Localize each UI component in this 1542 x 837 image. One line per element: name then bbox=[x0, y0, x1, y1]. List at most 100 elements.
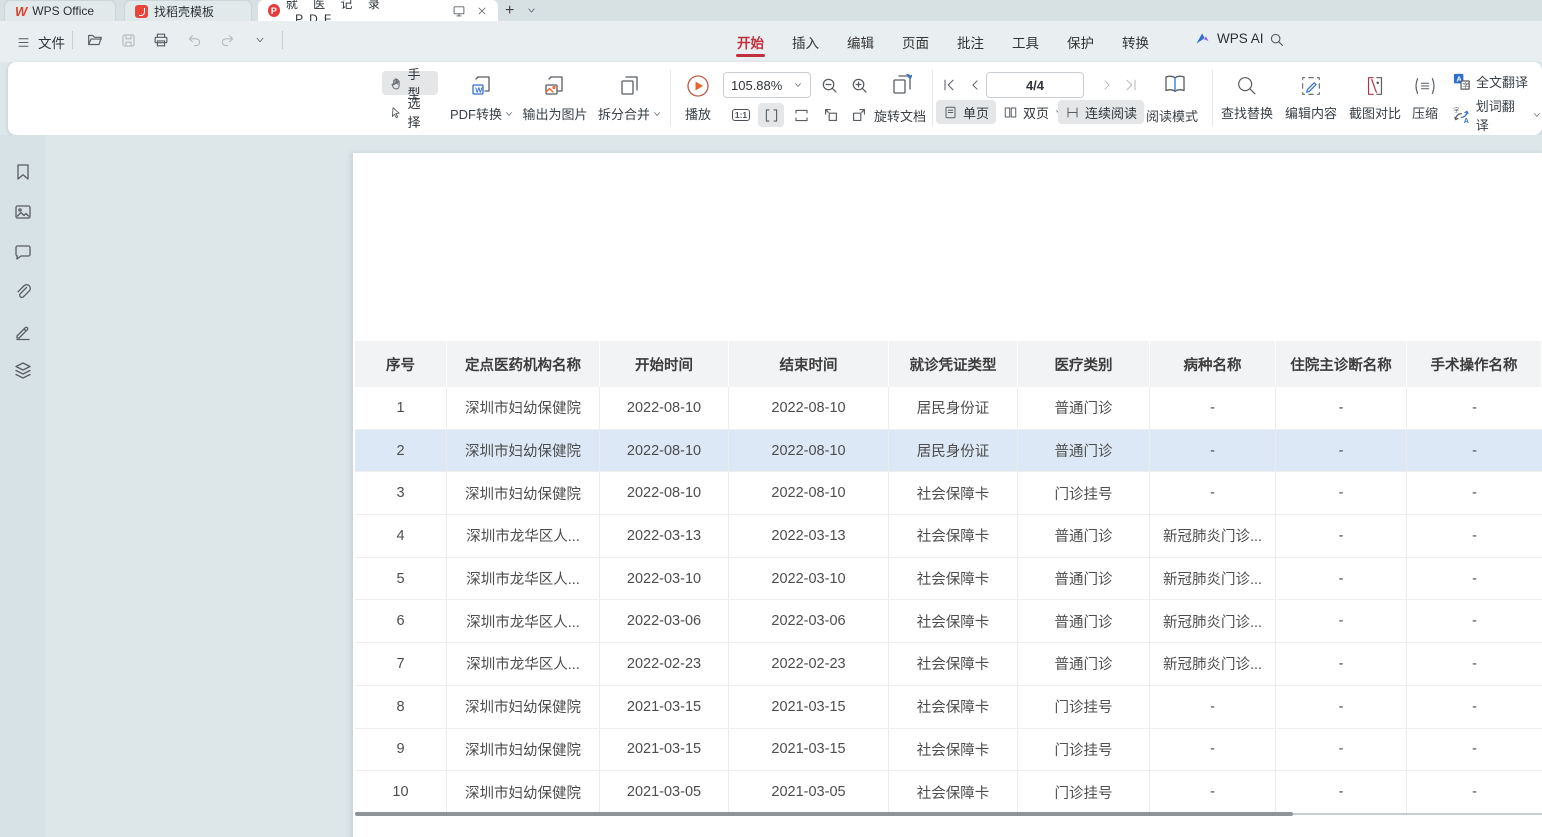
pencil-select-icon bbox=[1299, 74, 1323, 98]
redo-button[interactable] bbox=[216, 29, 238, 51]
actual-size-button[interactable]: 1:1 bbox=[728, 103, 754, 127]
next-page-button[interactable] bbox=[1096, 74, 1118, 96]
ribbon-tab-page[interactable]: 页面 bbox=[901, 23, 930, 61]
file-menu-label: 文件 bbox=[38, 32, 65, 52]
full-translate-button[interactable]: A 字 全文翻译 bbox=[1452, 72, 1528, 91]
table-cell: - bbox=[1407, 729, 1542, 771]
file-menu-button[interactable]: 文件 bbox=[10, 29, 71, 55]
prev-page-button[interactable] bbox=[964, 74, 986, 96]
thumbnails-panel-button[interactable] bbox=[11, 200, 35, 224]
compress-label: 压缩 bbox=[1412, 103, 1438, 122]
zoom-out-button[interactable] bbox=[818, 74, 840, 96]
menu-search-button[interactable] bbox=[1268, 31, 1285, 48]
signature-panel-button[interactable] bbox=[11, 320, 35, 344]
table-header-cell: 定点医药机构名称 bbox=[447, 341, 600, 387]
one-to-one-icon: 1:1 bbox=[732, 109, 750, 122]
undo-button[interactable] bbox=[183, 29, 205, 51]
attachments-panel-button[interactable] bbox=[11, 280, 35, 304]
tab-wps-home[interactable]: W WPS Office bbox=[4, 0, 116, 21]
svg-text:A: A bbox=[1464, 118, 1469, 125]
ribbon-tab-home[interactable]: 开始 bbox=[736, 23, 765, 61]
table-header-row: 序号定点医药机构名称开始时间结束时间就诊凭证类型医疗类别病种名称住院主诊断名称手… bbox=[355, 341, 1542, 387]
table-cell: - bbox=[1150, 387, 1276, 429]
continuous-icon bbox=[1065, 105, 1080, 120]
zoom-in-button[interactable] bbox=[848, 74, 870, 96]
table-cell: 2021-03-15 bbox=[600, 729, 729, 771]
quick-access-chevron[interactable] bbox=[249, 29, 271, 51]
rotate-right-icon bbox=[850, 106, 868, 124]
table-cell: 深圳市龙华区人... bbox=[447, 515, 600, 557]
table-cell: 深圳市妇幼保健院 bbox=[447, 430, 600, 472]
read-mode-label[interactable]: 阅读模式 bbox=[1146, 103, 1198, 127]
table-cell: 社会保障卡 bbox=[889, 686, 1018, 728]
fit-page-button[interactable] bbox=[758, 103, 784, 127]
last-page-button[interactable] bbox=[1120, 74, 1142, 96]
split-merge-icon bbox=[617, 73, 643, 99]
rotate-doc-label[interactable]: 旋转文档 bbox=[874, 103, 926, 127]
ribbon-tab-edit[interactable]: 编辑 bbox=[846, 23, 875, 61]
pdf-file-icon: P bbox=[268, 4, 280, 17]
play-button[interactable]: 播放 bbox=[676, 68, 720, 128]
save-button[interactable] bbox=[117, 29, 139, 51]
rotate-right-button[interactable] bbox=[846, 103, 872, 127]
table-cell: - bbox=[1407, 387, 1542, 429]
table-cell: 2022-03-06 bbox=[600, 600, 729, 642]
comments-panel-button[interactable] bbox=[11, 240, 35, 264]
pdf-convert-button[interactable]: W PDF转换 bbox=[444, 68, 520, 128]
toolbar: 手型 选择 W PDF转换 输出为图片 bbox=[8, 62, 1542, 135]
ribbon-tab-tools[interactable]: 工具 bbox=[1011, 23, 1040, 61]
fit-width-button[interactable] bbox=[788, 103, 814, 127]
hand-tool-button[interactable]: 手型 bbox=[382, 71, 438, 95]
split-merge-button[interactable]: 拆分合并 bbox=[592, 68, 668, 128]
wps-ai-button[interactable]: WPS AI bbox=[1194, 30, 1264, 47]
screenshot-compare-button[interactable]: 截图对比 bbox=[1346, 68, 1404, 128]
monitor-icon[interactable] bbox=[452, 4, 466, 18]
layers-panel-button[interactable] bbox=[11, 358, 35, 382]
zoom-in-icon bbox=[850, 76, 869, 95]
bookmarks-panel-button[interactable] bbox=[11, 160, 35, 184]
first-page-button[interactable] bbox=[938, 74, 960, 96]
word-translate-button[interactable]: 字 A 划词翻译 bbox=[1452, 103, 1542, 127]
first-page-icon bbox=[941, 77, 957, 93]
double-page-label: 双页 bbox=[1023, 103, 1049, 122]
edit-content-button[interactable]: 编辑内容 bbox=[1282, 68, 1340, 128]
read-mode-button[interactable] bbox=[1160, 70, 1190, 98]
tab-docer[interactable]: 找稻壳模板 bbox=[124, 0, 252, 21]
horizontal-scrollbar-thumb[interactable] bbox=[355, 812, 1293, 816]
table-cell: - bbox=[1150, 771, 1276, 813]
compress-button[interactable]: 压缩 bbox=[1406, 68, 1444, 128]
table-cell: 2022-02-23 bbox=[600, 643, 729, 685]
tab-document[interactable]: P 就 医 记 录 .PDF bbox=[258, 0, 498, 21]
zoom-combobox[interactable]: 105.88% bbox=[723, 72, 811, 98]
chevron-down-icon bbox=[504, 109, 514, 119]
continuous-read-button[interactable]: 连续阅读 bbox=[1058, 100, 1144, 124]
ribbon-tab-insert[interactable]: 插入 bbox=[791, 23, 820, 61]
table-cell: 2022-08-10 bbox=[600, 387, 729, 429]
tab-list-chevron-icon[interactable] bbox=[526, 5, 537, 16]
rotate-pages-button[interactable] bbox=[888, 70, 918, 98]
find-replace-button[interactable]: 查找替换 bbox=[1218, 68, 1276, 128]
table-cell: 新冠肺炎门诊... bbox=[1150, 558, 1276, 600]
close-icon[interactable] bbox=[476, 5, 488, 17]
ribbon-tab-protect[interactable]: 保护 bbox=[1066, 23, 1095, 61]
table-cell: 5 bbox=[355, 558, 447, 600]
horizontal-scrollbar-track bbox=[1293, 813, 1542, 815]
select-tool-button[interactable]: 选择 bbox=[382, 100, 438, 124]
table-cell: 新冠肺炎门诊... bbox=[1150, 643, 1276, 685]
table-cell: 深圳市龙华区人... bbox=[447, 600, 600, 642]
page-number-input[interactable]: 4/4 bbox=[986, 72, 1084, 98]
ribbon-tab-convert[interactable]: 转换 bbox=[1121, 23, 1150, 61]
new-tab-icon[interactable]: + bbox=[505, 3, 514, 19]
table-cell: - bbox=[1407, 771, 1542, 813]
table-cell: - bbox=[1276, 643, 1407, 685]
single-page-button[interactable]: 单页 bbox=[936, 100, 996, 124]
export-image-button[interactable]: 输出为图片 bbox=[518, 68, 592, 128]
ribbon-tab-comment[interactable]: 批注 bbox=[956, 23, 985, 61]
open-button[interactable] bbox=[84, 29, 106, 51]
print-button[interactable] bbox=[150, 29, 172, 51]
double-page-icon bbox=[1003, 105, 1018, 120]
comment-icon bbox=[13, 242, 33, 262]
table-cell: 社会保障卡 bbox=[889, 729, 1018, 771]
screenshot-compare-label: 截图对比 bbox=[1349, 103, 1401, 122]
rotate-left-button[interactable] bbox=[818, 103, 844, 127]
